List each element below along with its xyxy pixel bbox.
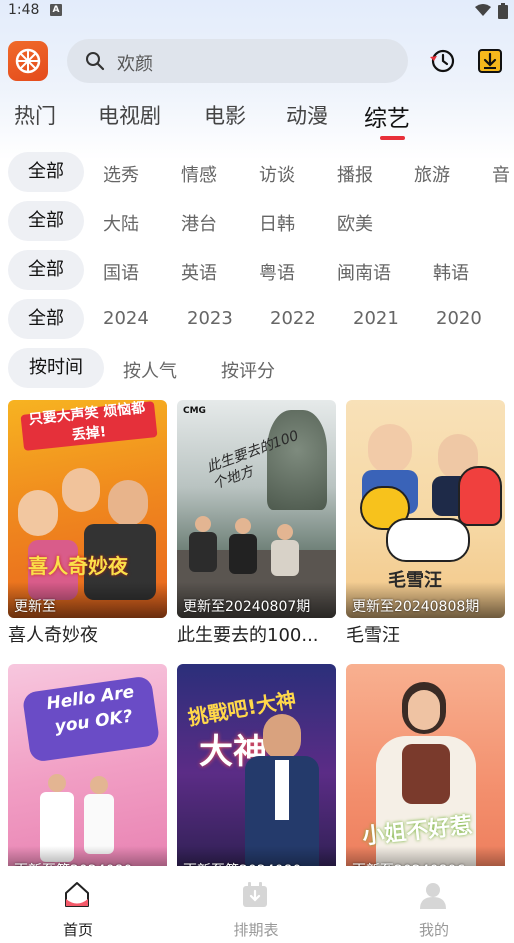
filter-type-option[interactable]: 音	[492, 161, 510, 187]
tab-variety[interactable]: 综艺	[364, 99, 410, 133]
poster-brand: CMG	[183, 406, 206, 416]
poster-headline: 挑戰吧!大神	[186, 687, 298, 730]
nav-schedule-label: 排期表	[233, 921, 279, 939]
filter-region-option[interactable]: 大陆	[103, 210, 139, 236]
filter-language-option[interactable]: 粤语	[259, 259, 295, 285]
search-bar[interactable]: 欢颜	[67, 39, 408, 83]
update-status: 更新至20240807期	[183, 599, 311, 615]
tab-hot[interactable]: 热门	[14, 100, 56, 130]
sort-option[interactable]: 按评分	[221, 357, 275, 383]
filter-year-option[interactable]: 2023	[187, 308, 233, 329]
nav-home-label: 首页	[62, 921, 93, 939]
active-tab-indicator	[380, 136, 405, 140]
update-status: 更新至20240808期	[352, 599, 480, 615]
filter-type-option[interactable]: 播报	[337, 161, 373, 187]
sort-option[interactable]: 按人气	[123, 357, 177, 383]
show-poster: 小姐不好惹 更新至20240806	[346, 664, 505, 882]
filter-year-all[interactable]: 全部	[8, 299, 84, 339]
download-icon[interactable]	[477, 47, 503, 75]
bottom-navigation: 首页 排期表 我的	[0, 866, 514, 943]
filter-year-option[interactable]: 2020	[436, 308, 482, 329]
filter-language-option[interactable]: 韩语	[433, 259, 469, 285]
filter-language-option[interactable]: 英语	[181, 259, 217, 285]
tab-movies[interactable]: 电影	[204, 100, 246, 130]
show-logo: 喜人奇妙夜	[28, 554, 128, 578]
filter-type-option[interactable]: 情感	[181, 161, 217, 187]
filter-year-option[interactable]: 2021	[353, 308, 399, 329]
show-poster: CMG 此生要去的100个地方 更新至20240807期	[177, 400, 336, 618]
nav-profile-label: 我的	[418, 921, 449, 939]
search-placeholder: 欢颜	[117, 54, 153, 75]
nav-profile[interactable]: 我的	[374, 866, 494, 943]
filter-region-option[interactable]: 日韩	[259, 210, 295, 236]
filter-year-option[interactable]: 2022	[270, 308, 316, 329]
filter-type-all[interactable]: 全部	[8, 152, 84, 192]
filter-type-option[interactable]: 旅游	[414, 161, 450, 187]
filter-language-option[interactable]: 国语	[103, 259, 139, 285]
filter-year-option[interactable]: 2024	[103, 308, 149, 329]
status-time: 1:48	[8, 2, 40, 18]
home-icon	[65, 882, 89, 907]
filter-region-all[interactable]: 全部	[8, 201, 84, 241]
filter-language-all[interactable]: 全部	[8, 250, 84, 290]
filter-type-option[interactable]: 选秀	[103, 161, 139, 187]
search-icon	[86, 52, 105, 71]
filter-region-option[interactable]: 欧美	[337, 210, 373, 236]
notification-a-icon: A	[50, 4, 62, 16]
filter-type-option[interactable]: 访谈	[259, 161, 295, 187]
show-poster: 挑戰吧!大神 大神 更新至第2024080	[177, 664, 336, 882]
poster-headline: 只要大声笑 烦恼都丢掉!	[28, 400, 146, 444]
show-title: 喜人奇妙夜	[8, 625, 98, 646]
show-poster: 只要大声笑 烦恼都丢掉! 喜人奇妙夜 更新至	[8, 400, 167, 618]
show-title: 毛雪汪	[346, 625, 400, 646]
profile-icon	[420, 883, 446, 909]
show-poster: Hello Are you OK? 更新至第2024080	[8, 664, 167, 882]
update-status: 更新至	[14, 599, 56, 615]
sort-by-time[interactable]: 按时间	[8, 348, 104, 388]
filter-region-option[interactable]: 港台	[181, 210, 217, 236]
tab-anime[interactable]: 动漫	[286, 100, 328, 130]
wifi-icon	[475, 4, 491, 16]
nav-schedule[interactable]: 排期表	[196, 866, 316, 943]
nav-home[interactable]: 首页	[18, 866, 138, 943]
orange-slice-icon	[15, 48, 41, 74]
app-logo[interactable]	[8, 41, 48, 81]
history-icon[interactable]	[428, 47, 456, 75]
tab-tv-series[interactable]: 电视剧	[98, 100, 161, 130]
battery-icon	[498, 3, 508, 19]
status-bar: 1:48 A	[0, 0, 514, 24]
filter-language-option[interactable]: 闽南语	[337, 259, 391, 285]
calendar-icon	[243, 882, 267, 907]
show-title: 此生要去的100...	[177, 625, 319, 646]
show-poster: 毛雪汪 更新至20240808期	[346, 400, 505, 618]
